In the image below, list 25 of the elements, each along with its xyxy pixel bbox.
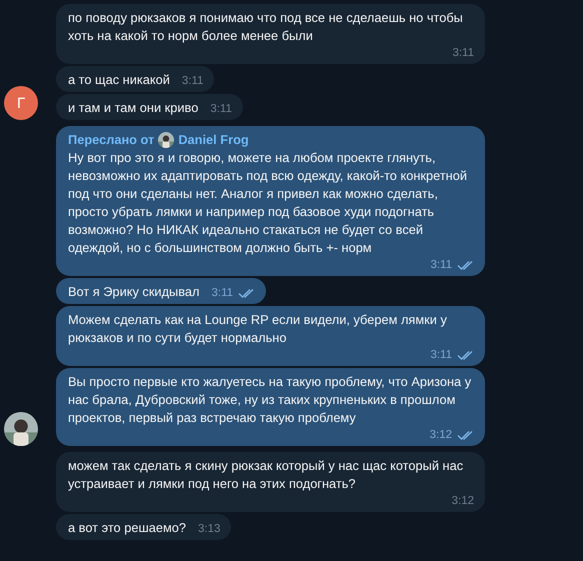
message-text: а то щас никакой — [68, 71, 170, 89]
message-text: Можем сделать как на Lounge RP если видели, уберем лямки у рюкзаков и по сути будет нормально — [68, 311, 448, 347]
message-text: Вы просто первые кто жалуетесь на такую проблему, что Аризона у нас брала, Дубровский тоже, ну из таких крупненьких в прошлом проектов, первый раз встречаю такую проблему — [68, 373, 472, 427]
double-check-icon — [457, 430, 474, 440]
message-time: 3:11 — [211, 286, 234, 301]
message-text: Вот я Эрику скидывал — [68, 283, 200, 301]
message-time: 3:11 — [210, 102, 232, 117]
double-check-icon — [457, 260, 474, 270]
message-time: 3:11 — [452, 46, 474, 61]
message-text: по поводу рюкзаков я понимаю что под все не сделаешь но чтобы хоть на какой то норм более менее были — [68, 9, 464, 45]
forwarded-label: Переслано от — [68, 131, 154, 149]
message-time: 3:11 — [182, 74, 204, 89]
message-time: 3:12 — [452, 494, 474, 509]
user-avatar[interactable]: Г — [4, 86, 38, 120]
message-text: Ну вот про это я и говорю, можете на любом проекте глянуть, невозможно их адаптировать под всю одежду, какой-то конкретной под что они сделаны нет. Аналог я привел как можно сделать, просто убрать лямки и например под базовое худи подогнать возможно? Но НИКАК идеально стакаться не будет со всей одеждой, но с большинством должно быть +- норм — [68, 149, 468, 257]
message-text: можем так сделать я скину рюкзак который у нас щас который нас устраивает и лямки под него на этих подогнать? — [68, 457, 464, 493]
double-check-icon — [238, 288, 256, 298]
message-text: а вот это решаемо? — [68, 519, 186, 537]
double-check-icon — [457, 350, 474, 360]
message-time: 3:12 — [430, 428, 452, 443]
message-time: 3:11 — [430, 348, 452, 363]
message-time: 3:11 — [430, 258, 452, 273]
sender-name[interactable]: Daniel Frog — [178, 131, 249, 149]
message-text: и там и там они криво — [68, 99, 198, 117]
message-time: 3:13 — [198, 522, 220, 537]
